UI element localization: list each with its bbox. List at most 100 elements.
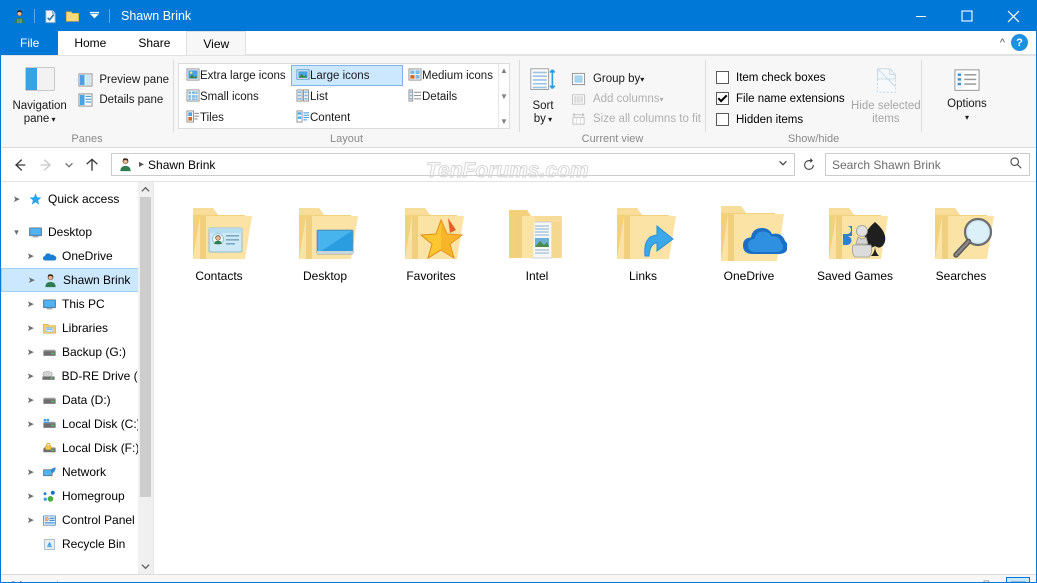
expander-chevron-icon[interactable]: ➤ [23,347,38,358]
sidebar-item-homegroup[interactable]: ➤ Homegroup [1,484,153,508]
chevron-up-icon[interactable]: ^ [1000,37,1005,49]
layout-expand-icon[interactable]: ▼ [500,117,508,126]
sidebar-item-recycle-bin[interactable]: Recycle Bin [1,532,153,556]
scroll-up-icon[interactable] [138,182,153,197]
layout-details[interactable]: Details [403,86,498,107]
file-name-extensions-checkbox[interactable]: File name extensions [716,88,845,109]
sort-by-caret-icon[interactable]: ▾ [546,115,552,124]
expander-chevron-icon[interactable]: ➤ [9,194,24,205]
scrollbar-thumb[interactable] [140,197,151,497]
navigation-pane-button[interactable]: Navigation pane ▾ [7,60,72,126]
file-item-searches[interactable]: Searches [908,194,1014,302]
search-icon[interactable] [1009,156,1023,173]
sidebar-item-shawn-brink[interactable]: ➤ Shawn Brink [1,268,153,292]
layout-gallery-scrollbar[interactable]: ▲ ▼ ▼ [498,64,509,128]
layout-medium-icons[interactable]: Medium icons [403,65,498,86]
options-caret-icon[interactable]: ▾ [965,113,969,122]
file-item-contacts[interactable]: Contacts [166,194,272,302]
sidebar-item-desktop[interactable]: ▾ Desktop [1,220,153,244]
sidebar-item-data-d[interactable]: ➤ Data (D:) [1,388,153,412]
item-check-boxes-box[interactable] [716,71,729,84]
close-button[interactable] [990,1,1036,31]
status-divider [57,579,59,582]
navigation-pane-scrollbar[interactable] [138,182,153,574]
size-all-columns-button[interactable]: Size all columns to fit [566,109,705,129]
maximize-button[interactable] [944,1,990,31]
sidebar-item-local-disk-f[interactable]: Local Disk (F:) [1,436,153,460]
options-button[interactable]: Options ▾ [922,60,1012,124]
layout-extra-large-icons[interactable]: Extra large icons [181,65,291,86]
group-by-button[interactable]: Group by ▾ [566,69,705,89]
file-item-links[interactable]: Links [590,194,696,302]
hidden-items-box[interactable] [716,113,729,126]
refresh-button[interactable] [798,153,820,176]
scroll-down-icon[interactable] [138,559,153,574]
expander-chevron-icon[interactable]: ➤ [23,467,38,478]
sidebar-item-quick-access[interactable]: ➤ Quick access [1,187,153,211]
customize-qat-dropdown-icon[interactable] [83,5,105,27]
file-item-favorites[interactable]: Favorites [378,194,484,302]
sidebar-item-this-pc[interactable]: ➤ This PC [1,292,153,316]
tab-share[interactable]: Share [122,31,187,55]
details-pane-toggle[interactable]: Details pane [72,90,173,110]
sidebar-item-libraries[interactable]: ➤ Libraries [1,316,153,340]
layout-scroll-up-icon[interactable]: ▲ [500,66,508,75]
hide-selected-items-button[interactable]: Hide selected items [851,60,921,126]
up-button[interactable] [79,152,105,178]
file-name-extensions-box[interactable] [716,92,729,105]
minimize-button[interactable] [898,1,944,31]
layout-scroll-down-icon[interactable]: ▼ [500,92,508,101]
tab-view[interactable]: View [186,31,247,55]
sort-by-button[interactable]: Sort by ▾ [520,60,566,126]
properties-icon[interactable] [39,5,61,27]
file-item-desktop[interactable]: Desktop [272,194,378,302]
add-columns-caret-icon[interactable]: ▾ [659,95,663,104]
layout-content[interactable]: Content [291,107,403,128]
tab-file[interactable]: File [1,31,59,55]
sidebar-item-backup-g[interactable]: ➤ Backup (G:) [1,340,153,364]
address-field[interactable]: ▸ Shawn Brink [111,153,795,176]
file-item-onedrive[interactable]: OneDrive [696,194,802,302]
breadcrumb[interactable]: Shawn Brink [148,158,215,172]
expander-chevron-icon[interactable]: ➤ [23,299,38,310]
file-list-view[interactable]: Contacts Desktop Favorites Intel Links O… [153,182,1036,574]
search-input[interactable]: Search Shawn Brink [825,153,1030,176]
navigation-pane-caret-icon[interactable]: ▾ [49,115,56,124]
new-folder-icon[interactable] [61,5,83,27]
tab-home[interactable]: Home [58,31,123,55]
details-view-button[interactable] [979,577,1003,582]
layout-small-icons[interactable]: Small icons [181,86,291,107]
sidebar-item-control-panel[interactable]: ➤ Control Panel [1,508,153,532]
expander-chevron-icon[interactable]: ➤ [23,323,38,334]
layout-large-icons[interactable]: Large icons [291,65,403,86]
expander-chevron-icon[interactable]: ➤ [23,395,38,406]
back-button[interactable] [7,152,33,178]
breadcrumb-separator-icon[interactable]: ▸ [139,159,144,170]
item-check-boxes-checkbox[interactable]: Item check boxes [716,67,845,88]
expander-chevron-icon[interactable]: ➤ [23,491,38,502]
add-columns-button[interactable]: Add columns ▾ [566,89,705,109]
group-by-caret-icon[interactable]: ▾ [640,75,644,84]
large-icons-view-button[interactable] [1006,577,1030,582]
help-button[interactable]: ? [1011,34,1028,51]
layout-list[interactable]: List [291,86,403,107]
forward-button[interactable] [33,152,59,178]
expander-chevron-expanded-icon[interactable]: ▾ [9,227,24,238]
sidebar-item-local-disk-c[interactable]: ➤ Local Disk (C:) [1,412,153,436]
user-account-icon[interactable] [8,5,30,27]
expander-chevron-icon[interactable]: ➤ [23,251,38,262]
expander-chevron-icon[interactable]: ➤ [23,371,38,382]
expander-chevron-icon[interactable]: ➤ [23,515,38,526]
preview-pane-toggle[interactable]: Preview pane [72,70,173,90]
expander-chevron-icon[interactable]: ➤ [24,275,39,286]
address-dropdown-icon[interactable] [772,157,794,172]
hidden-items-checkbox[interactable]: Hidden items [716,109,845,130]
layout-tiles[interactable]: Tiles [181,107,291,128]
file-item-saved-games[interactable]: Saved Games [802,194,908,302]
recent-locations-button[interactable] [59,152,79,178]
sidebar-item-network[interactable]: ➤ Network [1,460,153,484]
sidebar-item-bd-re-drive-e[interactable]: ➤ BD-RE Drive (E:) [1,364,153,388]
file-item-intel[interactable]: Intel [484,194,590,302]
sidebar-item-onedrive[interactable]: ➤ OneDrive [1,244,153,268]
expander-chevron-icon[interactable]: ➤ [23,419,38,430]
